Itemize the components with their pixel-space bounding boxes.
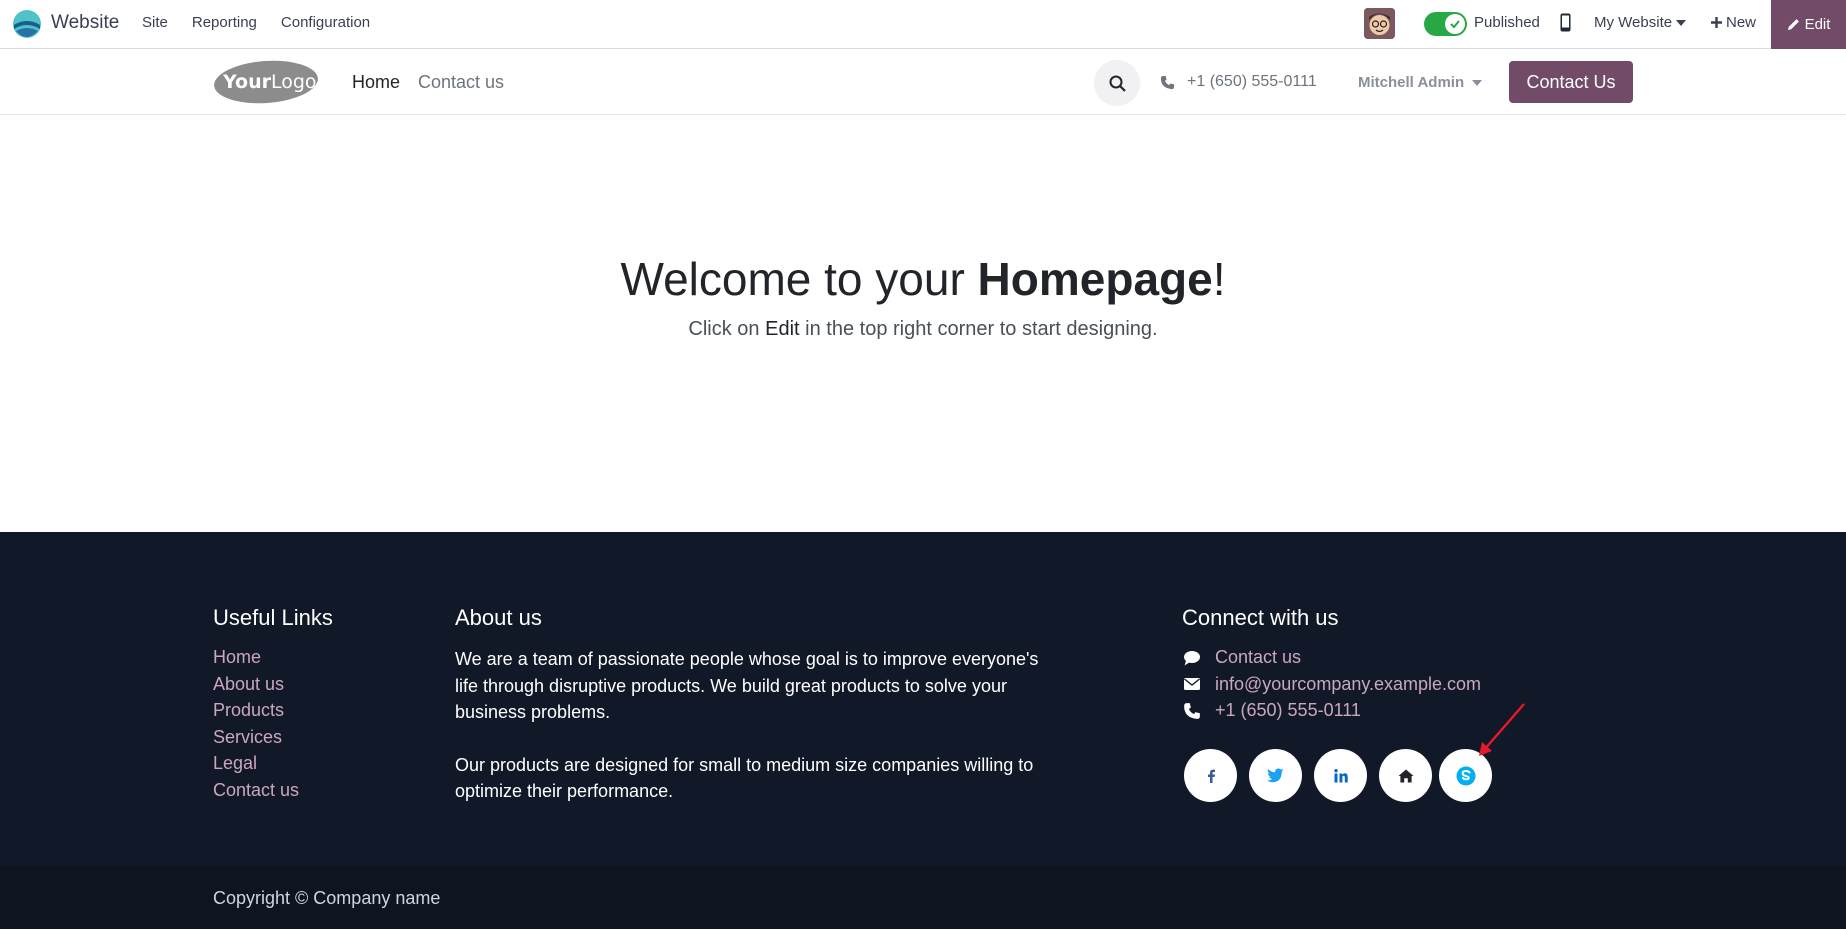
- hero-title-prefix: Welcome to your: [620, 253, 978, 305]
- main-nav: Home Contact us: [352, 72, 504, 93]
- published-label: Published: [1474, 14, 1540, 31]
- connect-contact-row[interactable]: Contact us: [1183, 647, 1481, 668]
- header-phone[interactable]: +1 (650) 555-0111: [1160, 73, 1317, 91]
- nav-contact-us[interactable]: Contact us: [418, 72, 504, 93]
- hero-title-bold: Homepage: [977, 253, 1213, 305]
- website-selector-label: My Website: [1594, 14, 1673, 31]
- menu-site[interactable]: Site: [142, 14, 168, 31]
- connect-title: Connect with us: [1182, 605, 1339, 630]
- new-label: New: [1726, 14, 1757, 31]
- hero-subtitle: Click on Edit in the top right corner to…: [0, 318, 1846, 341]
- envelope-icon: [1184, 678, 1200, 691]
- connect-contact-link[interactable]: Contact us: [1215, 647, 1301, 668]
- user-menu[interactable]: Mitchell Admin: [1358, 74, 1483, 91]
- plus-icon: [1711, 17, 1722, 28]
- admin-navbar: Website Site Reporting Configuration Pub…: [0, 0, 1846, 49]
- copyright-bar: Copyright © Company name: [0, 866, 1846, 929]
- menu-configuration[interactable]: Configuration: [281, 14, 370, 31]
- app-name[interactable]: Website: [51, 12, 119, 34]
- edit-button[interactable]: Edit: [1771, 0, 1846, 49]
- header-phone-number: +1 (650) 555-0111: [1187, 73, 1317, 90]
- connect-list: Contact us info@yourcompany.example.com …: [1183, 647, 1481, 721]
- user-avatar[interactable]: [1364, 8, 1395, 39]
- comment-icon: [1184, 650, 1200, 666]
- linkedin-icon: [1333, 768, 1348, 782]
- useful-links-title: Useful Links: [213, 605, 333, 630]
- svg-text:Your: Your: [222, 71, 272, 93]
- twitter-icon: [1267, 768, 1284, 783]
- connect-phone-number[interactable]: +1 (650) 555-0111: [1215, 700, 1361, 721]
- pencil-icon: [1787, 19, 1799, 30]
- about-us-text: We are a team of passionate people whose…: [455, 646, 1045, 805]
- about-us-title: About us: [455, 605, 542, 630]
- hero-sub-edit: Edit: [765, 318, 800, 340]
- user-name: Mitchell Admin: [1358, 74, 1465, 91]
- footer-link-contact-us[interactable]: Contact us: [213, 780, 299, 801]
- facebook-icon: [1207, 769, 1215, 783]
- connect-phone-row[interactable]: +1 (650) 555-0111: [1183, 700, 1481, 721]
- nav-home[interactable]: Home: [352, 72, 400, 93]
- caret-down-icon: [1676, 19, 1687, 26]
- contact-us-button[interactable]: Contact Us: [1509, 61, 1633, 103]
- new-button[interactable]: New: [1711, 14, 1756, 31]
- site-header: Your Logo Home Contact us +1 (650) 555-0…: [0, 50, 1846, 115]
- useful-links-list: Home About us Products Services Legal Co…: [213, 647, 299, 801]
- annotation-arrow-icon: [1479, 703, 1525, 756]
- footer-link-about-us[interactable]: About us: [213, 674, 299, 695]
- menu-reporting[interactable]: Reporting: [192, 14, 257, 31]
- home-icon: [1398, 769, 1413, 782]
- hero-sub-prefix: Click on: [688, 318, 766, 340]
- edit-label: Edit: [1804, 16, 1831, 33]
- copyright-text: Copyright © Company name: [213, 888, 441, 908]
- svg-text:Logo: Logo: [271, 71, 317, 93]
- admin-menu: Site Reporting Configuration: [142, 14, 370, 31]
- footer-link-services[interactable]: Services: [213, 727, 299, 748]
- home-button[interactable]: [1379, 749, 1432, 802]
- search-button[interactable]: [1094, 60, 1140, 106]
- caret-down-icon: [1472, 79, 1483, 86]
- footer: Useful Links Home About us Products Serv…: [0, 532, 1846, 866]
- website-selector[interactable]: My Website: [1594, 14, 1687, 31]
- footer-link-legal[interactable]: Legal: [213, 753, 299, 774]
- hero-title-suffix: !: [1212, 253, 1226, 305]
- twitter-button[interactable]: [1249, 749, 1302, 802]
- website-app-icon[interactable]: [12, 9, 42, 39]
- check-icon: [1445, 14, 1465, 34]
- phone-icon: [1184, 702, 1200, 719]
- about-paragraph-1: We are a team of passionate people whose…: [455, 649, 1039, 722]
- phone-icon: [1160, 75, 1175, 89]
- connect-email-row[interactable]: info@yourcompany.example.com: [1183, 674, 1481, 695]
- about-paragraph-2: Our products are designed for small to m…: [455, 754, 1034, 802]
- published-toggle[interactable]: [1424, 12, 1467, 36]
- hero-sub-suffix: in the top right corner to start designi…: [799, 318, 1158, 340]
- search-icon: [1109, 75, 1126, 92]
- mobile-preview-icon[interactable]: [1560, 13, 1571, 32]
- skype-icon: [1456, 766, 1475, 785]
- social-links: [1184, 749, 1492, 802]
- footer-link-home[interactable]: Home: [213, 647, 299, 668]
- connect-email-link[interactable]: info@yourcompany.example.com: [1215, 674, 1481, 695]
- hero-title: Welcome to your Homepage!: [0, 252, 1846, 306]
- company-logo[interactable]: Your Logo: [213, 59, 319, 105]
- footer-link-products[interactable]: Products: [213, 700, 299, 721]
- facebook-button[interactable]: [1184, 749, 1237, 802]
- linkedin-button[interactable]: [1314, 749, 1367, 802]
